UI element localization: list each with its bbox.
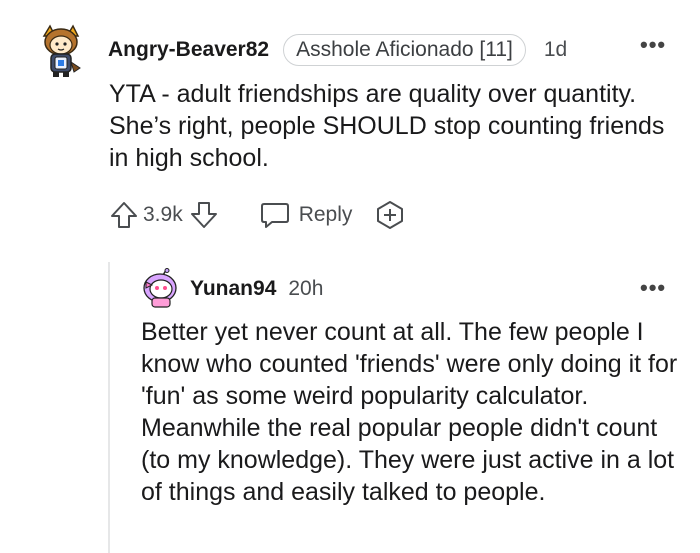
upvote-arrow-icon[interactable] (109, 200, 139, 230)
comment-thread: Angry-Beaver82 Asshole Aficionado [11] 1… (0, 0, 700, 553)
comment-body: Better yet never count at all. The few p… (141, 318, 678, 506)
username[interactable]: Angry-Beaver82 (108, 38, 269, 62)
more-options-icon[interactable]: ••• (640, 34, 666, 56)
comment-header: Yunan94 20h (190, 274, 323, 304)
speech-bubble-icon (260, 203, 289, 228)
username[interactable]: Yunan94 (190, 277, 276, 301)
reply-label: Reply (298, 203, 353, 226)
avatar[interactable] (140, 268, 180, 308)
downvote-arrow-icon[interactable] (189, 200, 219, 230)
user-flair[interactable]: Asshole Aficionado [11] (283, 34, 526, 66)
award-plus-icon[interactable] (374, 199, 406, 231)
snoo-avatar-icon (143, 268, 177, 308)
reply-button[interactable]: Reply (259, 200, 353, 230)
more-options-icon[interactable]: ••• (640, 277, 666, 299)
comment-body: YTA - adult friendships are quality over… (109, 80, 665, 172)
comment-header: Angry-Beaver82 Asshole Aficionado [11] 1… (108, 33, 567, 67)
thread-line[interactable] (108, 262, 110, 553)
vote-count: 3.9k (143, 203, 183, 226)
avatar[interactable] (38, 24, 84, 78)
comment-action-bar: 3.9k Reply (109, 197, 406, 233)
timestamp: 1d (543, 38, 568, 61)
timestamp: 20h (288, 277, 324, 300)
snoo-avatar-icon (42, 24, 81, 77)
